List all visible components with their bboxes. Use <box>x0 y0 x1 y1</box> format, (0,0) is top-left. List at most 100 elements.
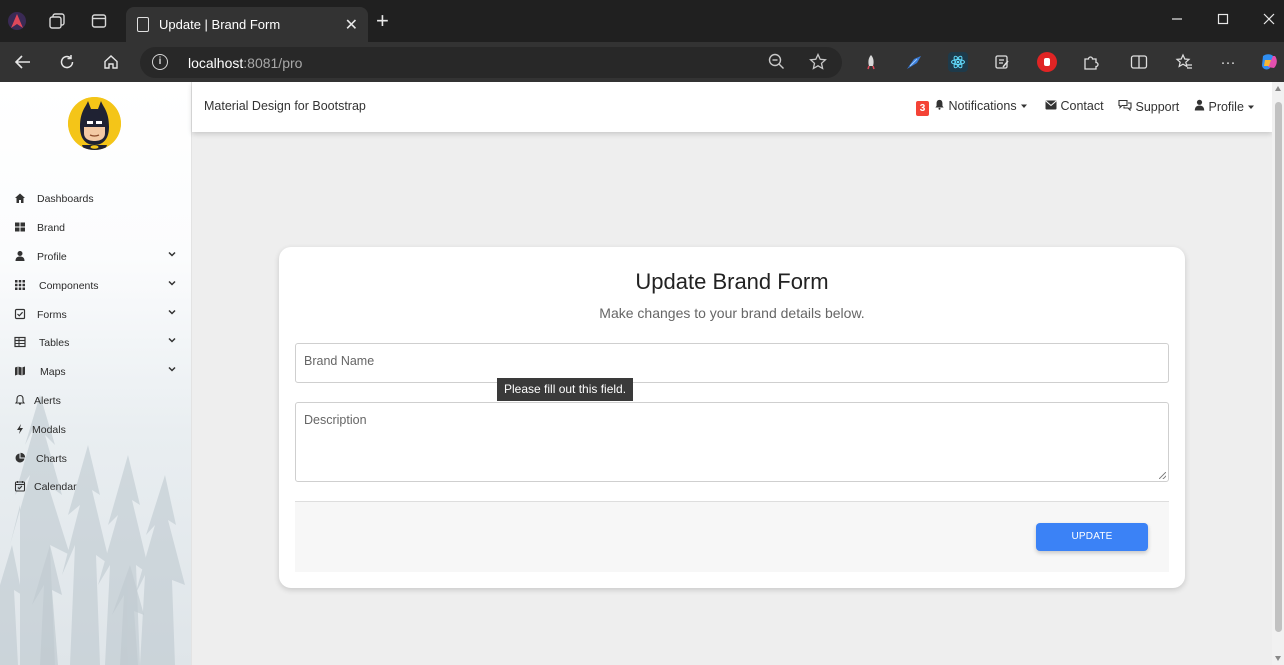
address-bar[interactable]: i localhost:8081/pro <box>140 47 842 78</box>
sidebar-item-tables[interactable]: Tables <box>0 331 192 355</box>
map-icon <box>15 366 25 376</box>
favorite-star-icon[interactable] <box>809 52 827 76</box>
sidebar-item-label: Tables <box>39 337 70 349</box>
page-viewport: Dashboards Brand Profile Components Form… <box>0 82 1284 665</box>
close-tab-icon[interactable]: ✕ <box>345 15 358 35</box>
tab-actions-icon[interactable] <box>88 10 110 32</box>
caret-down-icon <box>1248 105 1255 109</box>
new-tab-icon[interactable]: + <box>376 10 389 32</box>
chevron-down-icon <box>168 309 176 315</box>
envelope-icon <box>1045 100 1057 110</box>
chevron-down-icon <box>168 251 176 257</box>
sidebar-item-label: Maps <box>40 366 66 378</box>
sidebar-item-modals[interactable]: Modals <box>0 418 192 442</box>
sidebar-item-forms[interactable]: Forms <box>0 303 192 327</box>
feather-extension-icon[interactable] <box>904 52 924 72</box>
apps-icon <box>15 280 25 290</box>
contact-link[interactable]: Contact <box>1045 99 1104 113</box>
tab-update-brand-form[interactable]: Update | Brand Form ✕ <box>126 7 368 42</box>
zoom-out-icon[interactable] <box>768 53 785 75</box>
sidebar: Dashboards Brand Profile Components Form… <box>0 82 192 665</box>
sidebar-item-components[interactable]: Components <box>0 274 192 298</box>
top-navbar: Material Design for Bootstrap 3 Notifica… <box>192 82 1272 132</box>
profile-label: Profile <box>1208 100 1244 114</box>
contact-label: Contact <box>1060 99 1104 113</box>
bolt-icon <box>17 424 23 434</box>
copilot-icon[interactable] <box>1259 52 1279 72</box>
navbar-brand[interactable]: Material Design for Bootstrap <box>204 99 366 113</box>
notification-count-badge: 3 <box>916 101 929 116</box>
profile-menu[interactable]: Profile <box>1194 99 1255 114</box>
support-label: Support <box>1135 100 1180 114</box>
page-scrollbar[interactable] <box>1272 82 1284 665</box>
notifications-label: Notifications <box>948 99 1017 113</box>
table-icon <box>14 336 26 348</box>
minimize-icon[interactable] <box>1171 12 1183 29</box>
home-browser-icon[interactable] <box>98 50 124 74</box>
reload-icon[interactable] <box>54 50 80 74</box>
sidebar-item-label: Modals <box>32 424 66 436</box>
notifications-menu[interactable]: Notifications <box>934 99 1028 113</box>
more-menu-icon[interactable]: ··· <box>1218 52 1238 72</box>
validation-tooltip: Please fill out this field. <box>497 378 633 401</box>
scrollbar-thumb[interactable] <box>1275 102 1282 632</box>
calendar-icon <box>14 481 26 492</box>
url-path: :8081/pro <box>243 55 303 71</box>
sidebar-item-label: Alerts <box>34 395 61 407</box>
sidebar-item-charts[interactable]: Charts <box>0 447 192 471</box>
tab-title: Update | Brand Form <box>159 17 281 32</box>
home-icon <box>15 193 25 203</box>
update-button[interactable]: UPDATE <box>1036 523 1148 551</box>
maximize-icon[interactable] <box>1217 12 1229 29</box>
sidebar-item-label: Brand <box>37 222 66 234</box>
address-url[interactable]: localhost:8081/pro <box>188 55 302 71</box>
back-icon[interactable] <box>10 50 36 74</box>
url-host: localhost <box>188 55 244 71</box>
description-textarea[interactable]: Description <box>295 402 1169 482</box>
pie-chart-icon <box>15 452 26 463</box>
update-brand-form-card: Update Brand Form Make changes to your b… <box>279 247 1185 588</box>
sidebar-item-profile[interactable]: Profile <box>0 245 192 269</box>
extensions-puzzle-icon[interactable] <box>1081 52 1101 72</box>
sidebar-item-label: Charts <box>36 453 67 465</box>
comments-icon <box>1118 99 1132 112</box>
sidebar-item-brand[interactable]: Brand <box>0 216 192 240</box>
page-favicon-icon <box>137 17 149 32</box>
description-placeholder: Description <box>304 413 367 427</box>
split-screen-icon[interactable] <box>1129 52 1149 72</box>
form-footer: UPDATE <box>295 501 1169 572</box>
form-subtitle: Make changes to your brand details below… <box>599 305 865 321</box>
workspaces-icon[interactable] <box>46 10 68 32</box>
form-title: Update Brand Form <box>635 269 829 294</box>
sidebar-item-label: Forms <box>37 309 67 321</box>
sidebar-item-maps[interactable]: Maps <box>0 360 192 384</box>
sidebar-item-label: Dashboards <box>37 193 94 205</box>
chevron-down-icon <box>168 366 176 372</box>
sidebar-item-label: Calendar <box>34 481 77 493</box>
adblock-extension-icon[interactable] <box>1037 52 1057 72</box>
scroll-down-arrow-icon[interactable] <box>1275 656 1281 661</box>
rocket-extension-icon[interactable] <box>861 52 881 72</box>
checkbox-icon <box>14 308 26 320</box>
site-info-icon[interactable]: i <box>152 54 168 70</box>
bell-icon <box>935 99 944 110</box>
notes-extension-icon[interactable] <box>992 52 1012 72</box>
user-icon <box>1194 99 1205 111</box>
chevron-down-icon <box>168 337 176 343</box>
support-link[interactable]: Support <box>1118 99 1179 114</box>
sidebar-item-calendar[interactable]: Calendar <box>0 475 192 499</box>
close-window-icon[interactable] <box>1263 12 1275 29</box>
brand-name-input[interactable]: Brand Name <box>295 343 1169 383</box>
favorites-icon[interactable] <box>1174 52 1194 72</box>
resize-handle-icon[interactable] <box>1159 472 1166 479</box>
batman-avatar[interactable] <box>68 97 121 150</box>
sidebar-item-dashboards[interactable]: Dashboards <box>0 187 192 211</box>
user-icon <box>15 251 25 261</box>
browser-toolbar: i localhost:8081/pro ··· <box>0 42 1284 82</box>
grid-icon <box>15 222 25 232</box>
browser-profile-icon[interactable] <box>6 10 28 32</box>
sidebar-item-alerts[interactable]: Alerts <box>0 389 192 413</box>
chevron-down-icon <box>168 280 176 286</box>
react-devtools-icon[interactable] <box>948 52 968 72</box>
scroll-up-arrow-icon[interactable] <box>1275 86 1281 91</box>
